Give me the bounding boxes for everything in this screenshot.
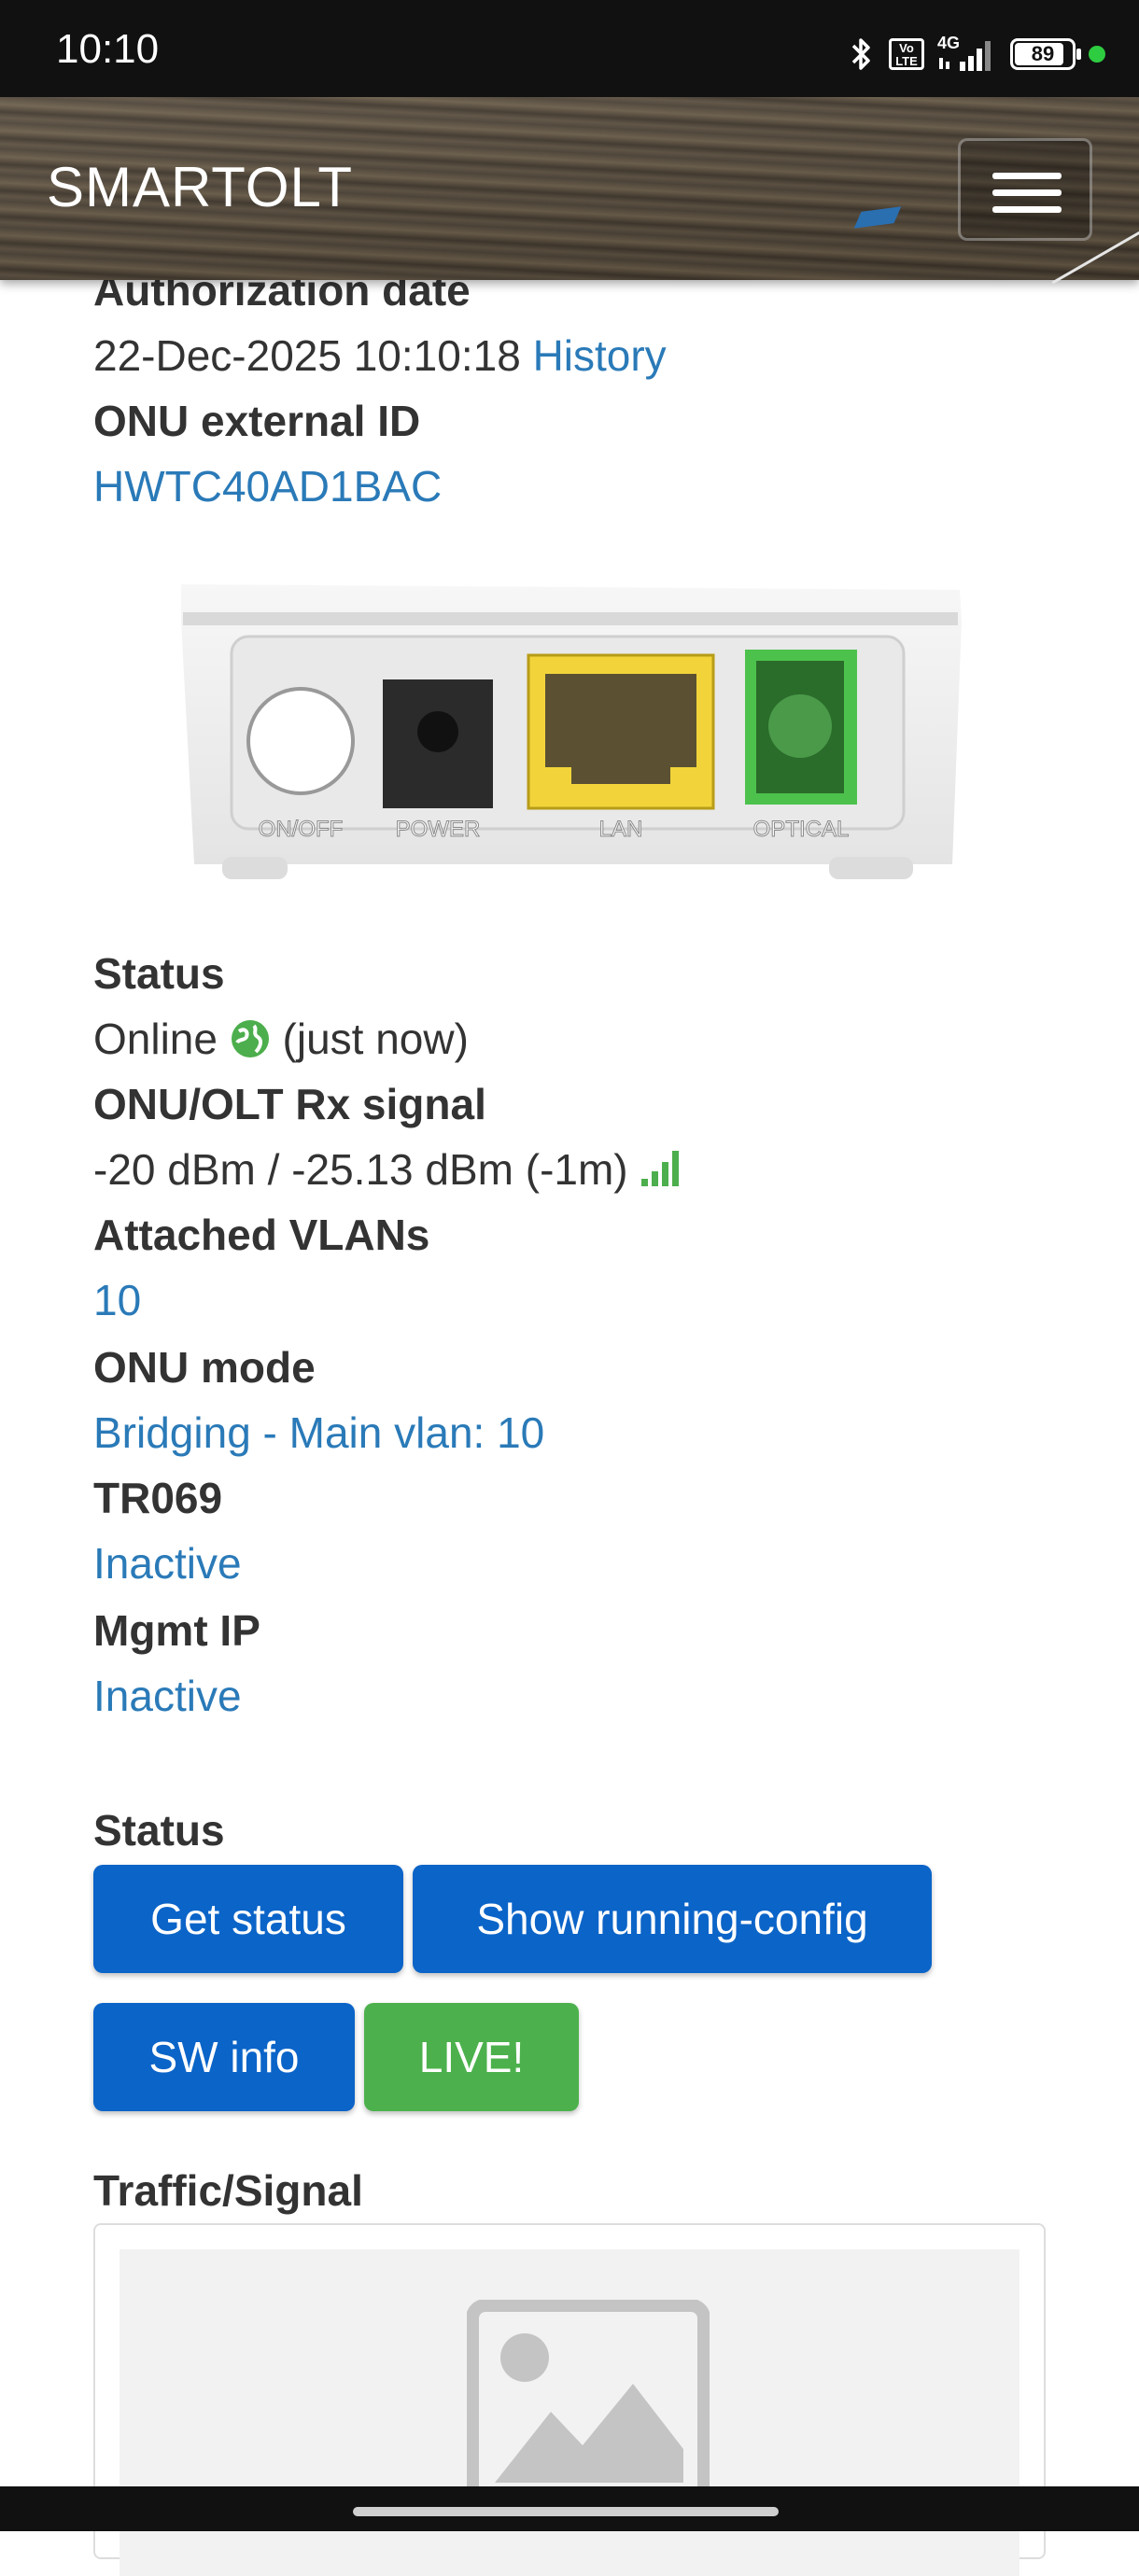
system-nav-bar — [0, 2486, 1139, 2531]
status-icons: Vo LTE 4G 89 — [848, 32, 1105, 77]
onu-mode-value[interactable]: Bridging - Main vlan: 10 — [93, 1407, 544, 1458]
authorization-date-row: 22-Dec-2025 10:10:18 History — [93, 330, 667, 381]
app-header: SMARTOLT — [0, 97, 1139, 285]
online-time: (just now) — [282, 1015, 469, 1063]
menu-icon — [992, 173, 1062, 179]
tr069-value[interactable]: Inactive — [93, 1538, 242, 1589]
bluetooth-icon — [851, 38, 870, 70]
signal-icon: 4G — [937, 34, 997, 73]
online-status: Online (just now) — [93, 1014, 469, 1064]
vlans-label: Attached VLANs — [93, 1211, 430, 1259]
get-status-button[interactable]: Get status — [93, 1865, 403, 1973]
status-time: 10:10 — [56, 26, 160, 72]
battery-icon: 89 — [1010, 38, 1081, 70]
actions-section-label: Status — [93, 1806, 225, 1855]
signal-bars-icon — [641, 1151, 680, 1186]
battery-level: 89 — [1031, 42, 1055, 65]
onu-mode-label: ONU mode — [93, 1343, 316, 1392]
status-label: Status — [93, 949, 225, 998]
rx-signal-label: ONU/OLT Rx signal — [93, 1080, 486, 1128]
globe-icon — [231, 1020, 269, 1057]
external-id-label: ONU external ID — [93, 397, 421, 445]
show-running-config-button[interactable]: Show running-config — [413, 1865, 932, 1973]
brand-logo[interactable]: SMARTOLT — [47, 155, 353, 219]
rx-signal-row: -20 dBm / -25.13 dBm (-1m) — [93, 1144, 684, 1195]
privacy-indicator — [1089, 46, 1105, 63]
external-id-value[interactable]: HWTC40AD1BAC — [93, 461, 442, 511]
sw-info-button[interactable]: SW info — [93, 2003, 355, 2111]
home-gesture-handle[interactable] — [353, 2507, 779, 2516]
status-bar: 10:10 Vo LTE 4G 89 — [0, 0, 1139, 97]
onu-device-image: ON/OFF POWER LAN OPTICAL — [181, 584, 962, 879]
rx-signal-value: -20 dBm / -25.13 dBm (-1m) — [93, 1145, 628, 1194]
port-label-lan: LAN — [599, 817, 643, 842]
history-link[interactable]: History — [533, 331, 667, 380]
volte-icon: Vo LTE — [889, 38, 924, 70]
port-label-optical: OPTICAL — [753, 817, 850, 842]
authorization-date-value: 22-Dec-2025 10:10:18 — [93, 331, 521, 380]
tr069-label: TR069 — [93, 1474, 223, 1522]
traffic-signal-label: Traffic/Signal — [93, 2166, 363, 2215]
port-label-power: POWER — [396, 817, 481, 842]
port-label-onoff: ON/OFF — [259, 817, 344, 842]
mgmt-ip-label: Mgmt IP — [93, 1606, 260, 1655]
online-text: Online — [93, 1015, 218, 1063]
menu-button[interactable] — [958, 138, 1092, 241]
mgmt-ip-value[interactable]: Inactive — [93, 1671, 242, 1721]
vlans-value[interactable]: 10 — [93, 1275, 141, 1325]
image-placeholder-icon — [467, 2300, 710, 2514]
live-button[interactable]: LIVE! — [364, 2003, 579, 2111]
